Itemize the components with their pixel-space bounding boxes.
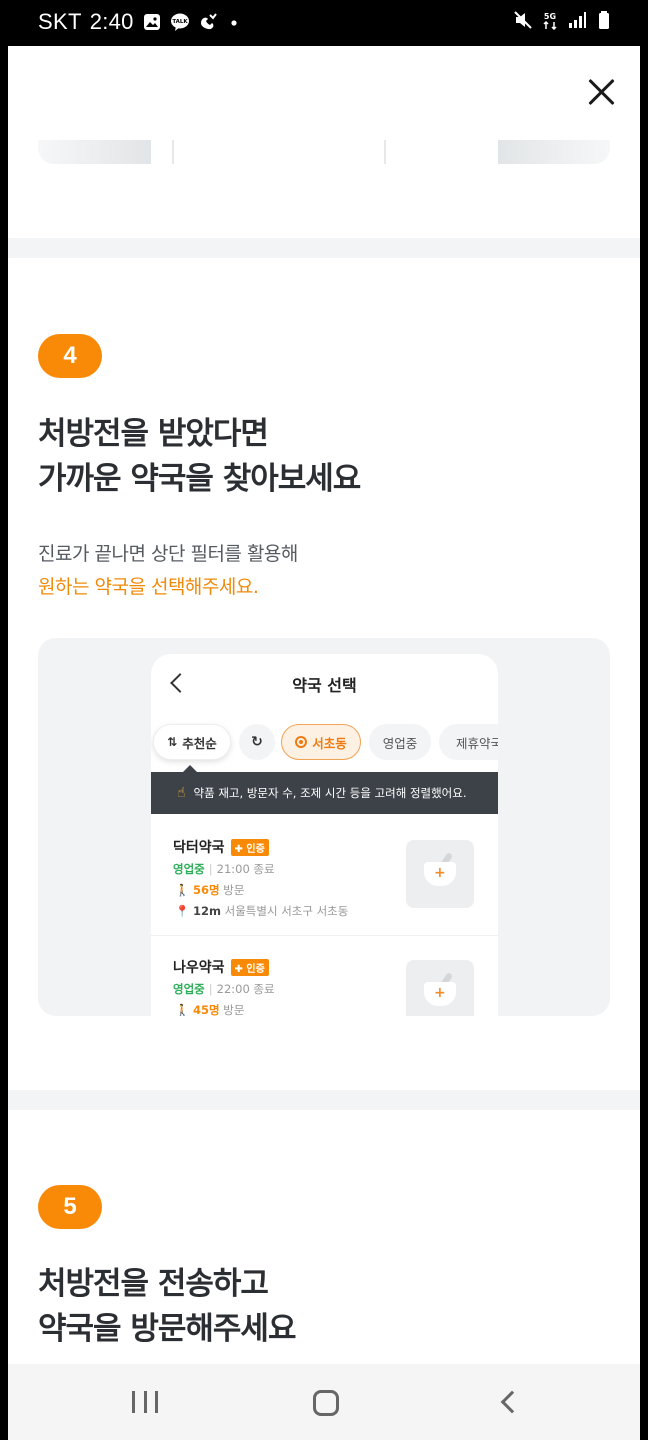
screen: SKT 2:40 TALK 5G 4 처방전을 받았다면 가까운 약국을 찾아보… bbox=[0, 0, 648, 1440]
pharmacy-name-row: 나우약국 ✚ 인증 bbox=[173, 957, 269, 977]
status-left: SKT 2:40 TALK bbox=[38, 9, 246, 35]
pointing-hand-icon: ☝ bbox=[177, 785, 186, 801]
step-4-desc-highlight: 원하는 약국을 선택해주세요. bbox=[38, 576, 259, 598]
step-4-title-line1: 처방전을 받았다면 bbox=[38, 416, 269, 452]
status-time: 2:40 bbox=[89, 9, 134, 34]
pharmacy-visits: 🚶 56명 방문 bbox=[175, 882, 244, 898]
step-4-desc-line1: 진료가 끝나면 상단 필터를 활용해 bbox=[38, 543, 298, 565]
location-chip-label: 서초동 bbox=[312, 735, 347, 751]
step-4-title-line2: 가까운 약국을 찾아보세요 bbox=[38, 461, 361, 497]
section-divider bbox=[8, 238, 640, 258]
visit-label: 방문 bbox=[223, 883, 245, 897]
step-5-title: 처방전을 전송하고 약국을 방문해주세요 bbox=[38, 1262, 296, 1352]
section-divider bbox=[8, 1090, 640, 1110]
recent-apps-button[interactable] bbox=[132, 1391, 158, 1413]
phone-mockup: 약국 선택 ⇅ 추천순 ↻ 서초동 영업중 제휴약국 ☝ 약품 재고, 방문자 … bbox=[151, 654, 498, 1016]
map-pin-icon: 📍 bbox=[175, 904, 190, 918]
sort-chip: ⇅ 추천순 bbox=[153, 724, 231, 760]
pharmacy-select-illustration: 약국 선택 ⇅ 추천순 ↻ 서초동 영업중 제휴약국 ☝ 약품 재고, 방문자 … bbox=[38, 638, 610, 1016]
sort-arrows-icon: ⇅ bbox=[167, 735, 178, 749]
hours-separator: | bbox=[208, 862, 213, 876]
shield-icon: ✚ bbox=[234, 963, 243, 975]
peek-middle bbox=[172, 140, 386, 164]
gallery-icon bbox=[143, 14, 160, 30]
refresh-chip: ↻ bbox=[239, 724, 275, 760]
shield-icon: ✚ bbox=[234, 843, 243, 855]
address: 서울특별시 서초구 서초동 bbox=[224, 904, 349, 918]
pharmacy-name-row: 닥터약국 ✚ 인증 bbox=[173, 837, 269, 857]
walking-icon: 🚶 bbox=[175, 1003, 190, 1016]
pharmacy-item: 나우약국 ✚ 인증 영업중 | 22:00 종료 🚶 45명 방문 bbox=[151, 936, 498, 1016]
status-right: 5G bbox=[513, 10, 614, 30]
back-button[interactable] bbox=[500, 1390, 524, 1414]
notification-dot-icon bbox=[231, 20, 237, 26]
sort-chip-label: 추천순 bbox=[182, 735, 217, 751]
certified-badge: ✚ 인증 bbox=[230, 838, 269, 856]
visitor-count: 45명 bbox=[192, 1003, 220, 1016]
tooltip-arrow bbox=[182, 765, 198, 773]
visit-label: 방문 bbox=[223, 1003, 245, 1016]
walking-icon: 🚶 bbox=[175, 883, 190, 897]
battery-icon bbox=[599, 11, 609, 29]
previous-step-illustration bbox=[38, 140, 610, 164]
tooltip-text: 약품 재고, 방문자 수, 조제 시간 등을 고려해 정렬했어요. bbox=[193, 786, 467, 800]
pharmacy-thumbnail bbox=[406, 960, 474, 1016]
mortar-icon bbox=[424, 982, 456, 1006]
certified-badge-label: 인증 bbox=[246, 963, 265, 975]
location-target-icon bbox=[295, 736, 308, 748]
network-5g-icon: 5G bbox=[543, 12, 557, 30]
pharmacy-item: 닥터약국 ✚ 인증 영업중 | 21:00 종료 🚶 56명 방문 📍 12m … bbox=[151, 816, 498, 936]
peek-right bbox=[498, 140, 610, 164]
close-time: 21:00 종료 bbox=[216, 862, 275, 876]
mortar-icon bbox=[424, 862, 456, 886]
pharmacy-hours: 영업중 | 22:00 종료 bbox=[173, 981, 275, 997]
open-now-chip-label: 영업중 bbox=[382, 735, 418, 751]
step-4-title: 처방전을 받았다면 가까운 약국을 찾아보세요 bbox=[38, 412, 361, 502]
close-time: 22:00 종료 bbox=[216, 982, 275, 996]
filter-chips: ⇅ 추천순 ↻ 서초동 영업중 제휴약국 bbox=[151, 724, 498, 762]
missed-call-icon bbox=[200, 13, 217, 30]
step-5-badge: 5 bbox=[38, 1185, 102, 1229]
open-status: 영업중 bbox=[173, 982, 205, 996]
step-5-title-line2: 약국을 방문해주세요 bbox=[38, 1311, 296, 1347]
status-carrier: SKT bbox=[38, 9, 82, 34]
network-label: 5G bbox=[544, 12, 556, 21]
step-5-title-line1: 처방전을 전송하고 bbox=[38, 1266, 269, 1302]
kakaotalk-icon: TALK bbox=[170, 13, 189, 31]
pharmacy-name: 닥터약국 bbox=[173, 840, 225, 856]
signal-icon bbox=[569, 12, 586, 28]
kakaotalk-label: TALK bbox=[172, 19, 188, 25]
pharmacy-visits: 🚶 45명 방문 bbox=[175, 1002, 244, 1016]
navigation-bar bbox=[8, 1364, 640, 1440]
mockup-title: 약국 선택 bbox=[292, 676, 357, 695]
step-4-badge: 4 bbox=[38, 334, 102, 378]
close-button[interactable] bbox=[584, 74, 620, 110]
open-status: 영업중 bbox=[173, 862, 205, 876]
open-now-chip: 영업중 bbox=[369, 724, 431, 760]
pharmacy-address: 📍 12m 서울특별시 서초구 서초동 bbox=[175, 903, 348, 919]
step-4-description: 진료가 끝나면 상단 필터를 활용해 원하는 약국을 선택해주세요. bbox=[38, 538, 298, 604]
peek-left bbox=[38, 140, 151, 164]
mute-icon bbox=[514, 11, 532, 29]
guide-modal: 4 처방전을 받았다면 가까운 약국을 찾아보세요 진료가 끝나면 상단 필터를… bbox=[8, 46, 640, 1364]
partner-chip: 제휴약국 bbox=[439, 724, 498, 760]
pharmacy-name: 나우약국 bbox=[173, 960, 225, 976]
certified-badge-label: 인증 bbox=[246, 843, 265, 855]
status-bar: SKT 2:40 TALK 5G bbox=[0, 0, 648, 46]
pharmacy-thumbnail bbox=[406, 840, 474, 908]
pharmacy-hours: 영업중 | 21:00 종료 bbox=[173, 861, 275, 877]
partner-chip-label: 제휴약국 bbox=[455, 735, 498, 751]
certified-badge: ✚ 인증 bbox=[230, 958, 269, 976]
visitor-count: 56명 bbox=[192, 883, 220, 897]
refresh-icon: ↻ bbox=[251, 734, 263, 750]
home-button[interactable] bbox=[313, 1390, 339, 1416]
hours-separator: | bbox=[208, 982, 213, 996]
location-chip: 서초동 bbox=[281, 724, 361, 760]
distance: 12m bbox=[192, 904, 221, 918]
sort-tooltip: ☝ 약품 재고, 방문자 수, 조제 시간 등을 고려해 정렬했어요. bbox=[151, 765, 498, 814]
